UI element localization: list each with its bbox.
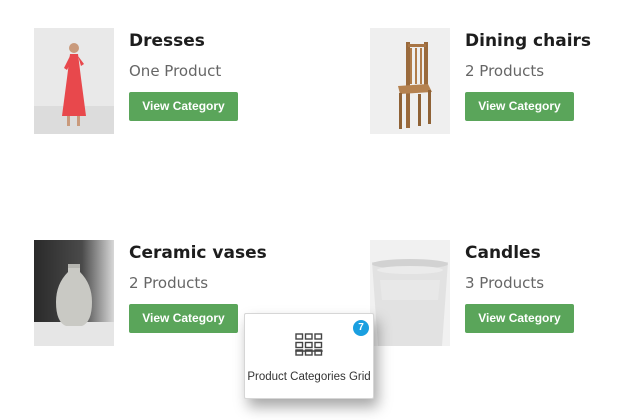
view-category-button[interactable]: View Category: [129, 92, 238, 121]
category-image-ceramic-vases[interactable]: [34, 240, 114, 346]
category-image-candles[interactable]: [370, 240, 450, 346]
category-title[interactable]: Dresses: [129, 30, 294, 52]
category-title[interactable]: Candles: [465, 242, 620, 264]
category-product-count: 3 Products: [465, 274, 545, 292]
category-card-dining-chairs: Dining chairs 2 Products View Category: [370, 28, 620, 138]
view-category-button[interactable]: View Category: [129, 304, 238, 333]
grid-icon: [295, 333, 323, 361]
category-product-count: 2 Products: [129, 274, 209, 292]
category-title[interactable]: Dining chairs: [465, 30, 620, 52]
category-title[interactable]: Ceramic vases: [129, 242, 294, 264]
widget-badge: 7: [353, 320, 369, 336]
category-product-count: 2 Products: [465, 62, 545, 80]
category-card-candles: Candles 3 Products View Category: [370, 240, 620, 350]
product-categories-grid-widget[interactable]: Product Categories Grid 7: [244, 313, 374, 399]
category-card-dresses: Dresses One Product View Category: [34, 28, 294, 138]
category-product-count: One Product: [129, 62, 222, 80]
category-grid-page: Dresses One Product View Category Dining…: [0, 0, 620, 420]
view-category-button[interactable]: View Category: [465, 304, 574, 333]
widget-label: Product Categories Grid: [247, 371, 371, 383]
category-image-dining-chairs[interactable]: [370, 28, 450, 134]
category-image-dresses[interactable]: [34, 28, 114, 134]
view-category-button[interactable]: View Category: [465, 92, 574, 121]
